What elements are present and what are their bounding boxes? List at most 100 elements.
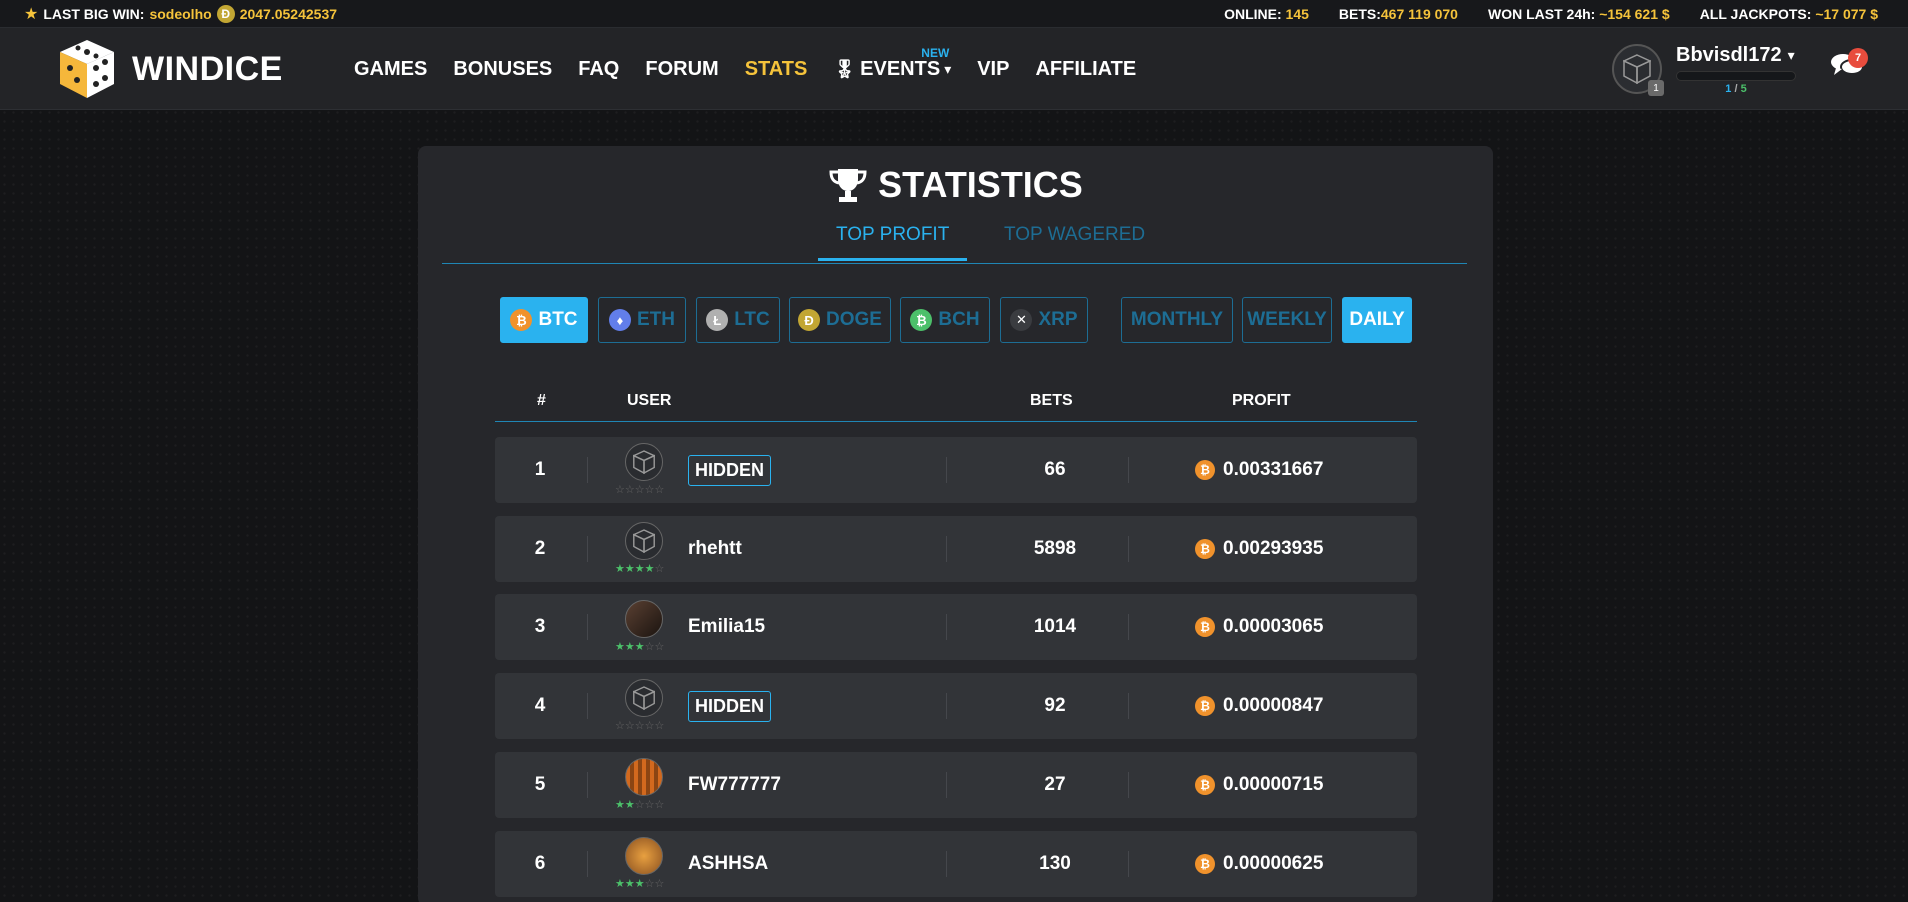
filter-xrp-label: XRP xyxy=(1038,309,1078,330)
jackpots-label: ALL JACKPOTS: xyxy=(1699,5,1812,22)
row-profit: ₿ 0.00000715 xyxy=(1195,752,1323,818)
username[interactable]: Bbvisdl172 ▾ xyxy=(1676,44,1796,67)
nav-affiliate[interactable]: AFFILIATE xyxy=(1035,58,1136,81)
trophy-icon xyxy=(829,169,867,202)
row-user[interactable]: FW777777 xyxy=(688,752,781,818)
filter-daily[interactable]: DAILY xyxy=(1342,297,1412,343)
star-icon: ☆ xyxy=(615,720,625,732)
nav-faq[interactable]: FAQ xyxy=(578,58,619,81)
star-icon: ☆ xyxy=(654,563,665,575)
statistics-panel: STATISTICS TOP PROFIT TOP WAGERED ₿ BTC … xyxy=(418,146,1493,902)
filter-ltc[interactable]: Ł LTC xyxy=(696,297,780,343)
rating-stars: ★★★☆☆ xyxy=(615,877,664,890)
btc-icon: ₿ xyxy=(1195,775,1215,795)
avatar[interactable] xyxy=(625,758,663,796)
avatar[interactable] xyxy=(625,443,663,481)
row-user[interactable]: Emilia15 xyxy=(688,594,765,660)
nav-games[interactable]: GAMES xyxy=(354,58,427,81)
chat-button[interactable]: 7 xyxy=(1830,48,1868,83)
eth-icon: ♦ xyxy=(609,309,631,331)
filter-monthly[interactable]: MONTHLY xyxy=(1121,297,1233,343)
xp-text: 1 / 5 xyxy=(1676,83,1796,95)
row-profit-value: 0.00331667 xyxy=(1223,459,1324,480)
tab-top-wagered[interactable]: TOP WAGERED xyxy=(986,224,1163,258)
user-area[interactable]: 1 Bbvisdl172 ▾ 1 / 5 xyxy=(1612,44,1796,96)
col-rank: # xyxy=(537,392,546,409)
btc-icon: ₿ xyxy=(1195,460,1215,480)
filter-bch-label: BCH xyxy=(938,309,980,330)
star-icon: ★ xyxy=(634,563,645,575)
doge-coin-icon: Ð xyxy=(216,4,235,23)
star-icon: ★ xyxy=(624,641,635,653)
divider xyxy=(946,772,947,798)
won-value: ~154 621 $ xyxy=(1599,5,1670,22)
star-icon: ☆ xyxy=(644,484,655,496)
nav-vip[interactable]: VIP xyxy=(977,58,1009,81)
table-row: 5 ★★☆☆☆ FW777777 27 ₿ 0.00000715 xyxy=(495,752,1417,818)
star-icon: ★ xyxy=(644,563,655,575)
default-avatar-icon xyxy=(633,529,655,553)
avatar[interactable] xyxy=(625,600,663,638)
logo[interactable]: WINDICE xyxy=(58,38,283,100)
row-user[interactable]: HIDDEN xyxy=(688,673,772,739)
row-user[interactable]: rhehtt xyxy=(688,516,742,582)
nav-stats[interactable]: STATS xyxy=(745,58,808,81)
row-rank: 5 xyxy=(534,774,546,795)
star-icon: ★ xyxy=(624,878,635,890)
chevron-down-icon: ▾ xyxy=(1787,47,1795,63)
star-icon: ★ xyxy=(624,563,635,575)
avatar[interactable]: 1 xyxy=(1612,44,1664,96)
nav-forum[interactable]: FORUM xyxy=(645,58,718,81)
level-badge: 1 xyxy=(1648,80,1664,96)
last-big-win-user[interactable]: sodeolho xyxy=(149,6,211,22)
avatar[interactable] xyxy=(625,679,663,717)
row-user[interactable]: HIDDEN xyxy=(688,437,772,503)
filter-eth[interactable]: ♦ ETH xyxy=(598,297,686,343)
table-row: 4 ☆☆☆☆☆ HIDDEN 92 ₿ 0.00000847 xyxy=(495,673,1417,739)
star-icon: ☆ xyxy=(624,720,635,732)
nav-bonuses[interactable]: BONUSES xyxy=(453,58,552,81)
rating-stars: ☆☆☆☆☆ xyxy=(615,483,664,496)
col-bets: BETS xyxy=(1030,392,1073,409)
username-label: Bbvisdl172 xyxy=(1676,44,1782,66)
star-icon: ☆ xyxy=(654,878,665,890)
row-profit: ₿ 0.00000625 xyxy=(1195,831,1323,897)
divider xyxy=(1128,536,1129,562)
avatar[interactable] xyxy=(625,837,663,875)
nav-events[interactable]: 🎖︎ EVENTS ▾ NEW xyxy=(833,46,952,81)
rating-stars: ★★☆☆☆ xyxy=(615,798,664,811)
star-icon: ★ xyxy=(615,641,625,653)
row-bets: 1014 xyxy=(1033,616,1077,637)
row-user-name: ASHHSA xyxy=(688,853,769,874)
table-row: 1 ☆☆☆☆☆ HIDDEN 66 ₿ 0.00331667 xyxy=(495,437,1417,503)
divider xyxy=(946,457,947,483)
page-title-text: STATISTICS xyxy=(878,164,1083,205)
row-profit-value: 0.00293935 xyxy=(1223,538,1324,559)
divider xyxy=(587,536,588,562)
dice-logo-icon xyxy=(60,40,114,98)
divider xyxy=(1128,693,1129,719)
btc-icon: ₿ xyxy=(1195,539,1215,559)
btc-icon: ₿ xyxy=(1195,696,1215,716)
filter-bch[interactable]: ₿ BCH xyxy=(900,297,990,343)
main-nav: GAMES BONUSES FAQ FORUM STATS 🎖︎ EVENTS … xyxy=(354,46,1162,81)
divider xyxy=(946,851,947,877)
filter-weekly[interactable]: WEEKLY xyxy=(1242,297,1332,343)
star-icon: ★ xyxy=(615,799,625,811)
table-row: 3 ★★★☆☆ Emilia15 1014 ₿ 0.00003065 xyxy=(495,594,1417,660)
xp-total: 5 xyxy=(1740,83,1747,95)
filter-xrp[interactable]: ✕ XRP xyxy=(1000,297,1088,343)
star-icon: ☆ xyxy=(644,641,655,653)
filter-btc[interactable]: ₿ BTC xyxy=(500,297,588,343)
star-icon: ☆ xyxy=(634,720,645,732)
star-icon: ★ xyxy=(615,878,625,890)
chevron-down-icon: ▾ xyxy=(944,61,952,77)
avatar[interactable] xyxy=(625,522,663,560)
filter-doge[interactable]: Ð DOGE xyxy=(789,297,891,343)
tab-top-profit[interactable]: TOP PROFIT xyxy=(818,224,968,261)
chat-count-badge: 7 xyxy=(1848,48,1868,68)
row-user[interactable]: ASHHSA xyxy=(688,831,768,897)
divider xyxy=(587,693,588,719)
divider xyxy=(587,457,588,483)
col-user: USER xyxy=(627,392,672,409)
